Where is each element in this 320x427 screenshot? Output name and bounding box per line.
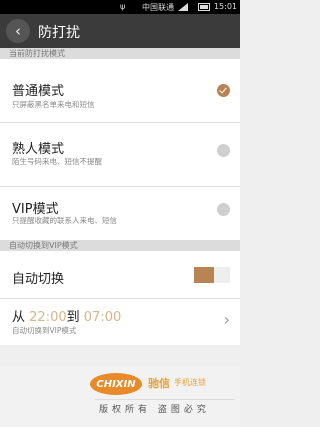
carrier-name: 中国联通 bbox=[142, 3, 174, 12]
page-title: 防打扰 bbox=[38, 25, 80, 41]
battery-icon bbox=[198, 3, 210, 11]
action-bar: ‹ 防打扰 bbox=[0, 14, 240, 48]
brand-subtitle: 手机连锁 bbox=[174, 378, 206, 387]
start-time: 22:00 bbox=[29, 310, 67, 325]
mode-name: 普通模式 bbox=[12, 84, 65, 99]
mode-desc: 只屏蔽黑名单来电和短信 bbox=[12, 100, 95, 109]
mode-desc: 陌生号码来电、短信不提醒 bbox=[12, 157, 102, 166]
radio-checked-icon[interactable] bbox=[217, 84, 230, 97]
radio-unchecked-icon[interactable] bbox=[217, 144, 230, 157]
mode-normal[interactable]: 普通模式 只屏蔽黑名单来电和短信 bbox=[0, 59, 240, 122]
mode-desc: 只提醒收藏的联系人来电、短信 bbox=[12, 216, 117, 225]
brand-name: 驰信 bbox=[148, 377, 170, 390]
watermark-banner: CHIXIN 驰信 手机连锁 版权所有 盗图必究 bbox=[0, 366, 240, 427]
schedule-time: 从 22:00到 07:00 bbox=[12, 310, 122, 325]
divider bbox=[95, 399, 235, 400]
section-header-mode: 当前防打扰模式 bbox=[0, 48, 240, 59]
radio-unchecked-icon[interactable] bbox=[217, 203, 230, 216]
end-time: 07:00 bbox=[83, 310, 122, 325]
mode-acquaintance[interactable]: 熟人模式 陌生号码来电、短信不提醒 bbox=[0, 123, 240, 186]
mode-name: 熟人模式 bbox=[12, 142, 65, 157]
chevron-right-icon: › bbox=[223, 310, 230, 329]
auto-switch-toggle[interactable] bbox=[194, 267, 230, 283]
copyright-text: 版权所有 盗图必究 bbox=[99, 405, 210, 415]
usb-icon: ψ bbox=[120, 2, 126, 11]
schedule-desc: 自动切换到VIP模式 bbox=[12, 326, 77, 335]
section-header-auto: 自动切换到VIP模式 bbox=[0, 240, 240, 251]
signal-icon bbox=[178, 3, 188, 11]
clock: 15:01 bbox=[213, 2, 237, 11]
chixin-logo: CHIXIN bbox=[90, 373, 142, 395]
auto-switch-row[interactable]: 自动切换 bbox=[0, 251, 240, 298]
mode-vip[interactable]: VIP模式 只提醒收藏的联系人来电、短信 bbox=[0, 187, 240, 240]
status-bar: ψ 中国联通 15:01 bbox=[0, 0, 240, 14]
back-button[interactable]: ‹ bbox=[6, 19, 30, 43]
chevron-left-icon: ‹ bbox=[15, 22, 21, 40]
auto-switch-label: 自动切换 bbox=[12, 272, 65, 287]
schedule-row[interactable]: 从 22:00到 07:00 自动切换到VIP模式 › bbox=[0, 299, 240, 345]
